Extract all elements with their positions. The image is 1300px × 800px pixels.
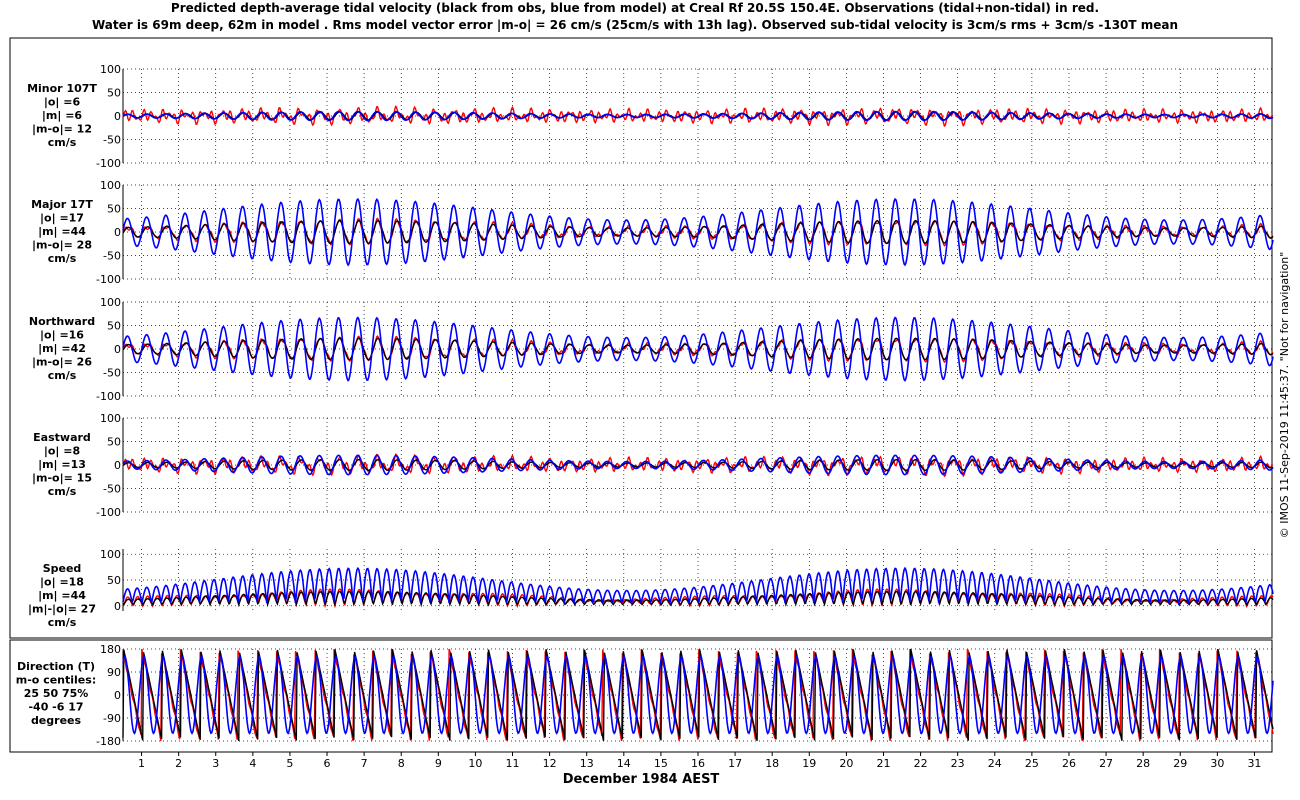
y-tick-label: -50 (103, 367, 121, 380)
x-axis-label: December 1984 AEST (563, 772, 720, 787)
panel-label: |m|-|o|= 27 (28, 603, 96, 616)
x-tick-label: 1 (138, 757, 145, 770)
y-tick-label: -50 (103, 250, 121, 263)
y-tick-label: 50 (107, 320, 121, 333)
x-tick-label: 2 (175, 757, 182, 770)
panel-label: cm/s (48, 252, 77, 265)
panel-label: |m| =44 (38, 589, 86, 602)
panel-label: |o| =6 (44, 96, 81, 109)
panel-label: |m| =42 (38, 342, 86, 355)
y-tick-label: 100 (100, 548, 121, 561)
panel-label: degrees (31, 714, 82, 727)
y-tick-label: 100 (100, 179, 121, 192)
x-tick-label: 19 (802, 757, 816, 770)
panel-label: |o| =17 (40, 212, 84, 225)
y-tick-label: 0 (114, 226, 121, 239)
panel-label: Minor 107T (27, 82, 97, 95)
x-tick-label: 23 (951, 757, 965, 770)
x-tick-label: 8 (398, 757, 405, 770)
x-tick-label: 10 (468, 757, 482, 770)
x-tick-label: 20 (839, 757, 853, 770)
x-tick-label: 5 (286, 757, 293, 770)
panel-label: |m| =13 (38, 458, 86, 471)
x-tick-label: 3 (212, 757, 219, 770)
upper-frame (9, 37, 1273, 639)
y-tick-label: 100 (100, 412, 121, 425)
x-tick-label: 21 (876, 757, 890, 770)
x-tick-label: 25 (1025, 757, 1039, 770)
x-tick-label: 16 (691, 757, 705, 770)
x-tick-label: 17 (728, 757, 742, 770)
panel-label: cm/s (48, 369, 77, 382)
panel-label: m-o centiles: (16, 674, 96, 687)
panel-label: |o| =18 (40, 576, 84, 589)
x-tick-label: 26 (1062, 757, 1076, 770)
panel-label: Eastward (33, 431, 91, 444)
x-tick-label: 29 (1173, 757, 1187, 770)
series-model (122, 316, 1274, 382)
panel-label: |o| =16 (40, 329, 84, 342)
x-tick-label: 12 (543, 757, 557, 770)
panel-label: cm/s (48, 136, 77, 149)
y-tick-label: 50 (107, 574, 121, 587)
panel-label: 25 50 75% (24, 687, 89, 700)
y-tick-label: 50 (107, 203, 121, 216)
panel-label: -40 -6 17 (28, 701, 83, 714)
y-tick-label: -100 (96, 157, 121, 170)
x-tick-label: 11 (506, 757, 520, 770)
y-tick-label: 90 (107, 666, 121, 679)
panel-label: |m-o|= 12 (32, 123, 92, 136)
panel-label: |m-o|= 26 (32, 356, 92, 369)
x-tick-label: 24 (988, 757, 1002, 770)
y-tick-label: 50 (107, 436, 121, 449)
x-tick-label: 14 (617, 757, 631, 770)
x-tick-label: 7 (361, 757, 368, 770)
y-tick-label: -100 (96, 273, 121, 286)
series-model (122, 197, 1274, 267)
y-tick-label: 180 (100, 643, 121, 656)
x-tick-label: 15 (654, 757, 668, 770)
y-tick-label: 50 (107, 87, 121, 100)
y-tick-label: -50 (103, 483, 121, 496)
y-tick-label: -50 (103, 134, 121, 147)
y-tick-label: 0 (114, 459, 121, 472)
y-tick-label: -90 (103, 712, 121, 725)
y-tick-label: 0 (114, 600, 121, 613)
panel-label: cm/s (48, 485, 77, 498)
y-tick-label: -100 (96, 506, 121, 519)
panel-label: |o| =8 (44, 445, 80, 458)
x-tick-label: 22 (914, 757, 928, 770)
panel-label: Direction (T) (17, 660, 95, 673)
x-tick-label: 31 (1247, 757, 1261, 770)
x-tick-label: 27 (1099, 757, 1113, 770)
y-tick-label: -180 (96, 735, 121, 748)
panel-label: Northward (29, 315, 95, 328)
x-tick-label: 4 (249, 757, 256, 770)
x-tick-label: 9 (435, 757, 442, 770)
copyright-note: © IMOS 11-Sep-2019 11:45:37. "Not for na… (1278, 252, 1291, 539)
y-tick-label: 0 (114, 110, 121, 123)
y-tick-label: 0 (114, 343, 121, 356)
x-tick-label: 18 (765, 757, 779, 770)
x-tick-label: 6 (324, 757, 331, 770)
panel-label: |m| =44 (38, 225, 86, 238)
y-tick-label: 100 (100, 296, 121, 309)
panel-label: Speed (43, 562, 82, 575)
x-tick-label: 30 (1210, 757, 1224, 770)
panel-label: Major 17T (31, 198, 93, 211)
panel-label: cm/s (48, 616, 77, 629)
y-tick-label: -100 (96, 390, 121, 403)
y-tick-label: 0 (114, 689, 121, 702)
y-tick-label: 100 (100, 63, 121, 76)
panel-label: |m| =6 (42, 109, 83, 122)
x-tick-label: 13 (580, 757, 594, 770)
tidal-velocity-chart: 100500-50-100Minor 107T|o| =6|m| =6|m-o|… (9, 37, 1291, 787)
x-tick-label: 28 (1136, 757, 1150, 770)
panel-label: |m-o|= 15 (32, 472, 92, 485)
panel-label: |m-o|= 28 (32, 239, 92, 252)
